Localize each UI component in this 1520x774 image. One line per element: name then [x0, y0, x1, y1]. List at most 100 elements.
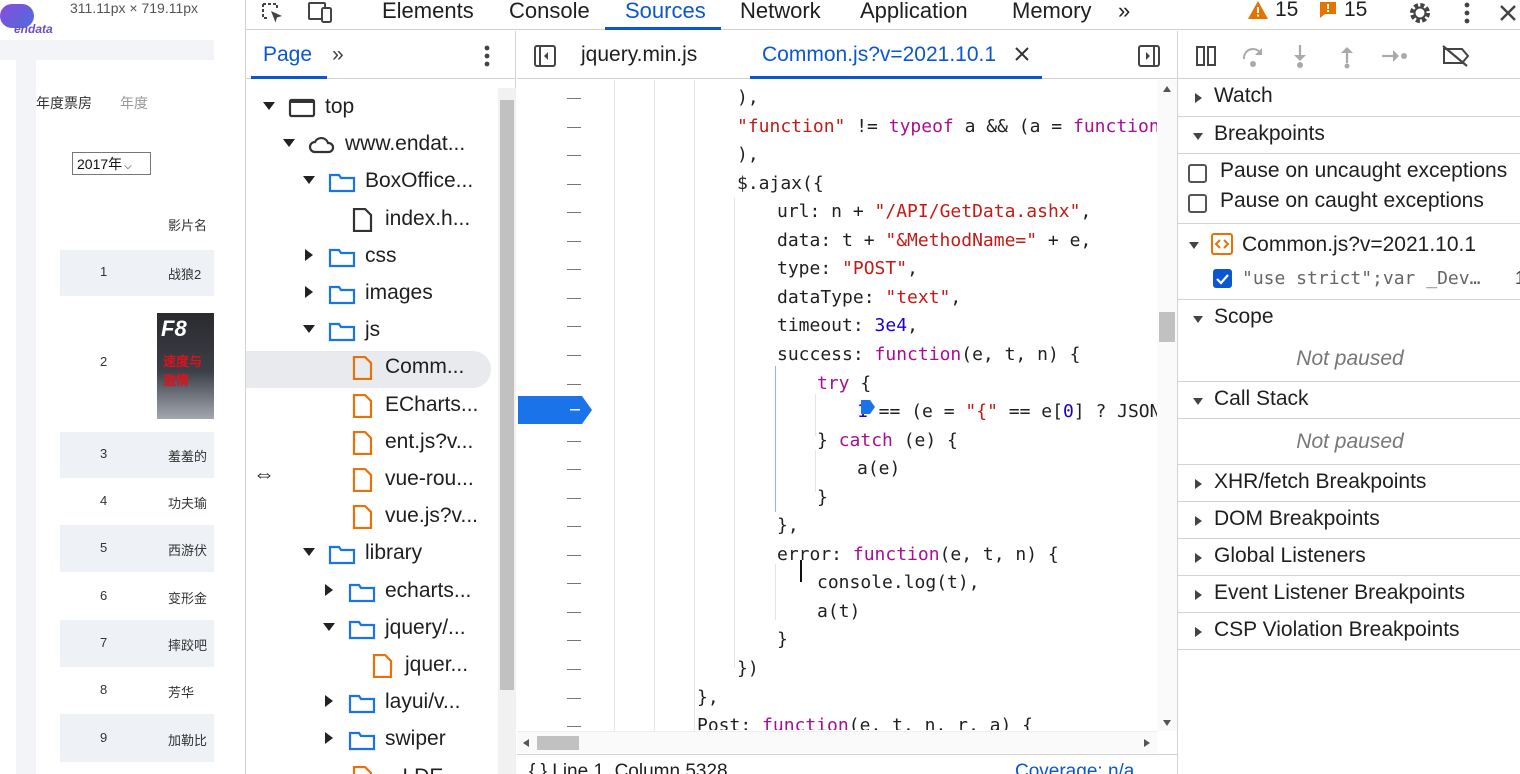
code-line[interactable]: url: n + "/API/GetData.ashx", — [777, 198, 1091, 226]
gutter-line-marker[interactable] — [567, 183, 581, 185]
editor-tab-common[interactable]: Common.js?v=2021.10.1 — [762, 43, 996, 67]
collapsed-arrow-icon[interactable] — [303, 248, 315, 261]
tab-application[interactable]: Application — [860, 0, 968, 29]
gutter-line-marker[interactable] — [567, 640, 581, 642]
gutter-line-marker[interactable] — [567, 726, 581, 728]
scroll-up-icon[interactable] — [1162, 85, 1172, 93]
coverage-link[interactable]: Coverage: n/a — [1015, 761, 1134, 774]
navigator-kebab-icon[interactable] — [484, 45, 490, 67]
step-out-icon[interactable] — [1333, 43, 1361, 69]
table-row[interactable]: 4 功夫瑜 — [60, 478, 214, 525]
gutter-line-marker[interactable] — [567, 98, 581, 99]
call-stack-section-header[interactable]: Call Stack — [1178, 381, 1520, 418]
more-options-kebab-icon[interactable] — [1452, 0, 1482, 26]
expanded-arrow-icon[interactable] — [323, 621, 335, 633]
collapsed-arrow-icon[interactable] — [323, 695, 335, 708]
navigator-tab-page[interactable]: Page — [263, 43, 312, 67]
step-icon[interactable] — [1380, 43, 1408, 69]
toggle-navigator-icon[interactable] — [533, 44, 557, 68]
code-line[interactable]: a(t) — [817, 598, 860, 626]
tree-folder-item[interactable]: echarts... — [246, 575, 496, 612]
global-listeners-header[interactable]: Global Listeners — [1178, 538, 1520, 575]
close-devtools-icon[interactable] — [1493, 0, 1520, 26]
tree-file-item[interactable]: ECharts... — [246, 389, 496, 426]
step-over-icon[interactable] — [1239, 43, 1267, 69]
table-row[interactable]: 5 西游伏 — [60, 525, 214, 572]
gutter-line-marker[interactable] — [567, 611, 581, 613]
device-toolbar-icon[interactable] — [306, 0, 336, 26]
breakpoints-section-header[interactable]: Breakpoints — [1178, 116, 1520, 153]
checkbox-unchecked[interactable] — [1188, 194, 1207, 213]
scroll-right-icon[interactable] — [1143, 738, 1151, 748]
table-row[interactable]: 8 芳华 — [60, 667, 214, 714]
code-line[interactable]: success: function(e, t, n) { — [777, 341, 1080, 369]
watch-section-header[interactable]: Watch — [1178, 79, 1520, 116]
year-select[interactable]: 2017年 ⌵ — [72, 152, 151, 175]
editor-vertical-scrollbar[interactable] — [1157, 80, 1177, 731]
table-row[interactable]: 7 摔跤吧 — [60, 620, 214, 667]
scroll-down-icon[interactable] — [1162, 719, 1172, 727]
code-line[interactable]: } — [777, 626, 788, 654]
tree-folder-item[interactable]: css — [246, 240, 496, 277]
code-line[interactable]: } catch (e) { — [817, 427, 958, 455]
breakpoint-file-row[interactable]: Common.js?v=2021.10.1 — [1178, 229, 1520, 263]
editor-horizontal-thumb[interactable] — [537, 736, 579, 750]
close-tab-icon[interactable] — [1013, 41, 1031, 63]
table-row[interactable]: 3 羞羞的 — [60, 432, 214, 478]
cursor-position[interactable]: { } Line 1, Column 5328 — [529, 761, 728, 774]
tree-folder-item[interactable]: jquery/... — [246, 612, 496, 649]
navigator-more-chevron-icon[interactable]: » — [332, 43, 344, 67]
scroll-left-icon[interactable] — [522, 738, 530, 748]
gutter-line-marker[interactable] — [567, 697, 581, 699]
expanded-arrow-icon[interactable] — [263, 100, 275, 112]
gutter-line-marker[interactable] — [567, 212, 581, 214]
gutter-line-marker[interactable] — [567, 155, 581, 157]
gutter-line-marker[interactable] — [567, 583, 581, 585]
checkbox-unchecked[interactable] — [1188, 164, 1207, 183]
breakpoint-enabled-checkbox[interactable] — [1213, 269, 1232, 288]
tree-file-item[interactable]: ...LDE... — [246, 761, 496, 774]
gutter-line-marker[interactable] — [567, 497, 581, 499]
issues-counter[interactable]: 15 — [1318, 0, 1367, 22]
tab-elements[interactable]: Elements — [382, 0, 474, 29]
code-line[interactable]: timeout: 3e4, — [777, 312, 918, 340]
scope-section-header[interactable]: Scope — [1178, 299, 1520, 336]
expanded-arrow-icon[interactable] — [303, 323, 315, 335]
breakpoint-entry[interactable]: "use strict";var _Dev… 1 — [1178, 263, 1520, 295]
tree-folder-item[interactable]: images — [246, 277, 496, 314]
tree-file-item[interactable]: index.h... — [246, 203, 496, 240]
code-line[interactable]: } — [817, 484, 828, 512]
code-line[interactable]: ), — [737, 141, 759, 169]
expanded-arrow-icon[interactable] — [283, 137, 295, 149]
gutter-line-marker[interactable] — [567, 554, 581, 556]
tree-file-item[interactable]: Comm... — [246, 351, 491, 389]
code-line[interactable]: 1 == (e = "{" == e[0] ? JSON — [857, 398, 1160, 426]
tree-folder-item[interactable]: js — [246, 314, 496, 351]
gutter-line-marker[interactable] — [567, 440, 581, 442]
tree-folder-item[interactable]: layui/v... — [246, 686, 496, 723]
code-line[interactable]: try { — [817, 370, 871, 398]
gutter-line-marker[interactable] — [567, 269, 581, 271]
tree-file-item[interactable]: jquer... — [246, 649, 496, 686]
code-line[interactable]: dataType: "text", — [777, 284, 961, 312]
expanded-arrow-icon[interactable] — [303, 174, 315, 186]
navigator-scrollbar-thumb[interactable] — [500, 100, 514, 690]
collapsed-arrow-icon[interactable] — [323, 583, 335, 596]
xhr-breakpoints-header[interactable]: XHR/fetch Breakpoints — [1178, 464, 1520, 501]
table-row[interactable]: 6 变形金 — [60, 572, 214, 620]
navigator-scrollbar[interactable] — [498, 88, 516, 774]
inspect-element-icon[interactable] — [258, 0, 288, 26]
tree-folder-item[interactable]: swiper — [246, 723, 496, 760]
table-row[interactable]: 1 战狼2 — [60, 250, 214, 296]
gutter-line-marker[interactable] — [567, 354, 581, 356]
settings-gear-icon[interactable] — [1405, 0, 1435, 26]
gutter-line-marker[interactable] — [567, 326, 581, 328]
code-line[interactable]: }, — [697, 684, 719, 712]
expanded-arrow-icon[interactable] — [303, 546, 315, 558]
code-line[interactable]: ), — [737, 84, 759, 112]
gutter-line-marker[interactable] — [567, 383, 581, 385]
gutter-line-marker[interactable] — [567, 240, 581, 242]
tree-folder-item[interactable]: www.endat... — [246, 128, 496, 165]
collapsed-arrow-icon[interactable] — [323, 732, 335, 745]
tree-folder-item[interactable]: BoxOffice... — [246, 165, 496, 202]
